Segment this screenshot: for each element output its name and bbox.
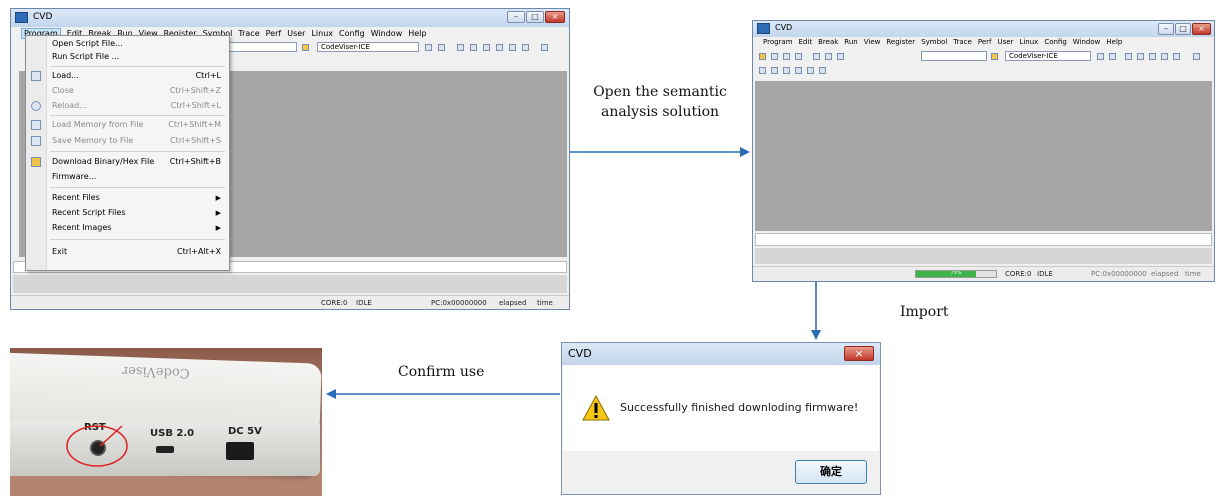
flow-arrows [326, 147, 821, 399]
